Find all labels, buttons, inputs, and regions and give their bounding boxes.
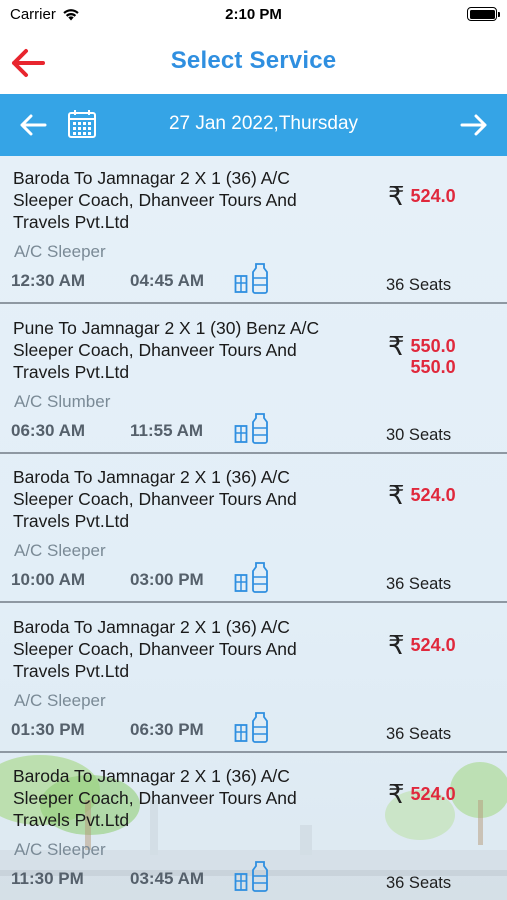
service-card[interactable]: Baroda To Jamnagar 2 X 1 (36) A/C Sleepe… bbox=[0, 605, 507, 753]
service-name: Baroda To Jamnagar 2 X 1 (36) A/C Sleepe… bbox=[13, 467, 297, 531]
fare-list: 550.0 550.0 bbox=[411, 333, 456, 378]
price-block: ₹524.0 bbox=[388, 781, 456, 807]
departure-time: 10:00 AM bbox=[11, 570, 86, 589]
price-block: ₹550.0 550.0 bbox=[388, 333, 456, 378]
service-card[interactable]: Baroda To Jamnagar 2 X 1 (36) A/C Sleepe… bbox=[0, 754, 507, 900]
bus-type: A/C Sleeper bbox=[14, 690, 106, 710]
left-arrow-icon bbox=[20, 114, 47, 136]
service-name: Baroda To Jamnagar 2 X 1 (36) A/C Sleepe… bbox=[13, 616, 297, 681]
carrier-label: Carrier bbox=[10, 5, 56, 23]
arrival-time: 03:00 PM bbox=[130, 570, 204, 589]
departure-time: 06:30 AM bbox=[11, 420, 86, 440]
service-card[interactable]: Baroda To Jamnagar 2 X 1 (36) A/C Sleepe… bbox=[0, 156, 507, 304]
service-name: Baroda To Jamnagar 2 X 1 (36) A/C Sleepe… bbox=[13, 168, 297, 232]
service-list[interactable]: Baroda To Jamnagar 2 X 1 (36) A/C Sleepe… bbox=[0, 156, 507, 900]
amenities-icon bbox=[234, 263, 268, 294]
bus-type: A/C Slumber bbox=[14, 391, 111, 411]
fare-list: 524.0 bbox=[411, 183, 456, 207]
amenities-icon bbox=[234, 711, 268, 743]
amenities-icon bbox=[234, 412, 268, 444]
selected-date: 27 Jan 2022,Thursday bbox=[168, 113, 359, 134]
calendar-button[interactable] bbox=[67, 109, 97, 139]
carrier-group: Carrier bbox=[10, 6, 80, 23]
fare-amount: 524.0 bbox=[410, 186, 456, 206]
arrival-time: 03:45 AM bbox=[130, 869, 205, 888]
service-name: Baroda To Jamnagar 2 X 1 (36) A/C Sleepe… bbox=[13, 766, 297, 830]
rupee-icon: ₹ bbox=[388, 480, 405, 510]
rupee-icon: ₹ bbox=[388, 181, 405, 211]
fare-list: 524.0 bbox=[411, 781, 456, 805]
nav-bar: Select Service bbox=[0, 28, 507, 94]
price-block: ₹524.0 bbox=[388, 632, 456, 658]
fare-amount: 524.0 bbox=[410, 784, 456, 804]
previous-date-button[interactable] bbox=[18, 111, 48, 139]
service-name: Pune To Jamnagar 2 X 1 (30) Benz A/C Sle… bbox=[13, 317, 320, 382]
back-arrow-icon bbox=[12, 49, 45, 77]
rupee-icon: ₹ bbox=[388, 779, 405, 809]
rupee-icon: ₹ bbox=[388, 629, 405, 660]
arrival-time: 11:55 AM bbox=[130, 420, 204, 440]
amenities bbox=[234, 561, 272, 593]
available-seats: 36 Seats bbox=[386, 575, 452, 593]
service-card[interactable]: Pune To Jamnagar 2 X 1 (30) Benz A/C Sle… bbox=[0, 306, 507, 454]
bus-type: A/C Sleeper bbox=[14, 242, 106, 261]
arrival-time: 04:45 AM bbox=[130, 271, 205, 290]
price-block: ₹524.0 bbox=[388, 183, 456, 209]
fare-amount: 524.0 bbox=[410, 485, 456, 505]
bus-type: A/C Sleeper bbox=[14, 840, 106, 859]
departure-time: 11:30 PM bbox=[11, 869, 84, 888]
amenities-icon bbox=[234, 562, 268, 593]
status-bar: Carrier 2:10 PM bbox=[0, 0, 507, 28]
back-button[interactable] bbox=[10, 46, 48, 80]
available-seats: 36 Seats bbox=[386, 276, 452, 294]
fare-amount: 550.0 bbox=[410, 335, 456, 356]
fare-list: 524.0 bbox=[411, 482, 456, 506]
amenities bbox=[234, 412, 272, 444]
fare-amount: 550.0 bbox=[410, 356, 456, 377]
calendar-icon bbox=[68, 110, 96, 138]
available-seats: 36 Seats bbox=[386, 874, 452, 892]
available-seats: 36 Seats bbox=[386, 724, 452, 743]
right-arrow-icon bbox=[460, 114, 487, 136]
fare-amount: 524.0 bbox=[410, 634, 456, 655]
amenities bbox=[234, 711, 272, 743]
page-title: Select Service bbox=[170, 47, 337, 74]
amenities bbox=[234, 860, 272, 892]
service-card[interactable]: Baroda To Jamnagar 2 X 1 (36) A/C Sleepe… bbox=[0, 455, 507, 603]
next-date-button[interactable] bbox=[459, 111, 489, 139]
bus-type: A/C Sleeper bbox=[14, 541, 106, 560]
rupee-icon: ₹ bbox=[388, 330, 405, 361]
date-bar: 27 Jan 2022,Thursday bbox=[0, 94, 507, 156]
price-block: ₹524.0 bbox=[388, 482, 456, 508]
amenities bbox=[234, 262, 272, 294]
arrival-time: 06:30 PM bbox=[130, 719, 204, 739]
departure-time: 01:30 PM bbox=[11, 719, 85, 739]
fare-list: 524.0 bbox=[411, 632, 456, 656]
battery-icon bbox=[467, 7, 500, 21]
amenities-icon bbox=[234, 861, 268, 892]
wifi-icon bbox=[63, 8, 79, 20]
available-seats: 30 Seats bbox=[386, 425, 452, 444]
departure-time: 12:30 AM bbox=[11, 271, 86, 290]
